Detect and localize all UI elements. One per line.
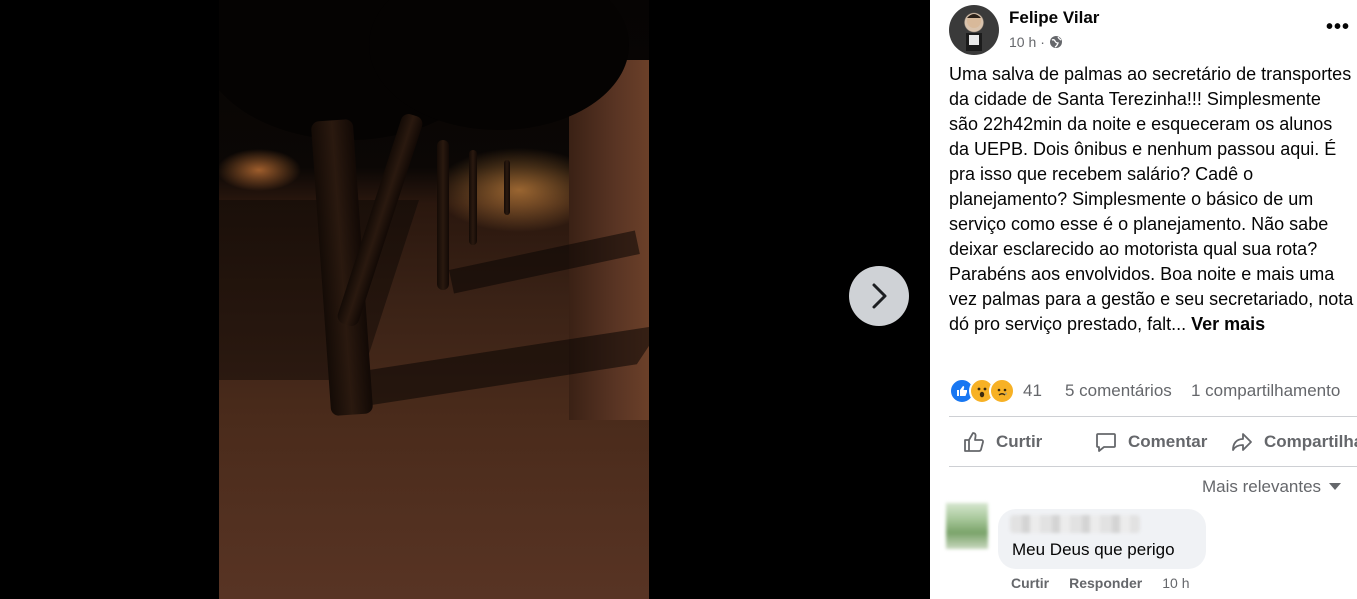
post-panel: Felipe Vilar 10 h · ••• Uma salva de pal… <box>930 0 1357 599</box>
like-button[interactable]: Curtir <box>962 430 1042 454</box>
see-more-link[interactable]: Ver mais <box>1191 314 1265 334</box>
globe-icon <box>1049 36 1062 48</box>
reactions-summary[interactable]: 41 <box>949 378 1042 404</box>
next-photo-button[interactable] <box>849 266 909 326</box>
commenter-avatar[interactable] <box>946 503 988 549</box>
comment-text: Meu Deus que perigo <box>1012 540 1175 559</box>
reactions-count: 41 <box>1023 381 1042 400</box>
comment-like-link[interactable]: Curtir <box>1011 575 1049 591</box>
like-label: Curtir <box>996 432 1043 451</box>
post-photo[interactable] <box>219 0 649 599</box>
divider <box>949 466 1357 467</box>
photo-viewer <box>0 0 930 599</box>
divider <box>949 416 1357 417</box>
comment-button[interactable]: Comentar <box>1094 430 1207 454</box>
share-button[interactable]: Compartilhar <box>1230 430 1357 454</box>
comment-label: Comentar <box>1128 432 1208 451</box>
caret-down-icon <box>1329 483 1342 490</box>
post-options-button[interactable]: ••• <box>1326 16 1350 39</box>
post-text: Uma salva de palmas ao secretário de tra… <box>949 62 1357 337</box>
chevron-right-icon <box>872 283 887 309</box>
author-name[interactable]: Felipe Vilar <box>1009 8 1099 28</box>
post-body: Uma salva de palmas ao secretário de tra… <box>949 64 1354 334</box>
comment-bubble: Meu Deus que perigo <box>998 509 1206 569</box>
thumbs-up-icon <box>964 432 984 452</box>
post-meta: 10 h · <box>1009 34 1063 50</box>
comment-actions: Curtir Responder 10 h <box>1011 575 1190 591</box>
sort-label: Mais relevantes <box>1202 477 1322 496</box>
comment-icon <box>1096 433 1116 452</box>
comment-time[interactable]: 10 h <box>1162 575 1189 591</box>
comment-reply-link[interactable]: Responder <box>1069 575 1142 591</box>
meta-separator: · <box>1040 34 1045 50</box>
share-icon <box>1232 433 1252 451</box>
sad-icon <box>989 378 1015 404</box>
author-avatar[interactable] <box>949 5 999 55</box>
share-label: Compartilhar <box>1264 432 1357 451</box>
post-time[interactable]: 10 h <box>1009 34 1036 50</box>
commenter-name-blurred[interactable] <box>1010 515 1140 533</box>
shares-count[interactable]: 1 compartilhamento <box>1191 381 1340 401</box>
comments-count[interactable]: 5 comentários <box>1065 381 1172 401</box>
comment-sort-dropdown[interactable]: Mais relevantes <box>1202 477 1342 497</box>
